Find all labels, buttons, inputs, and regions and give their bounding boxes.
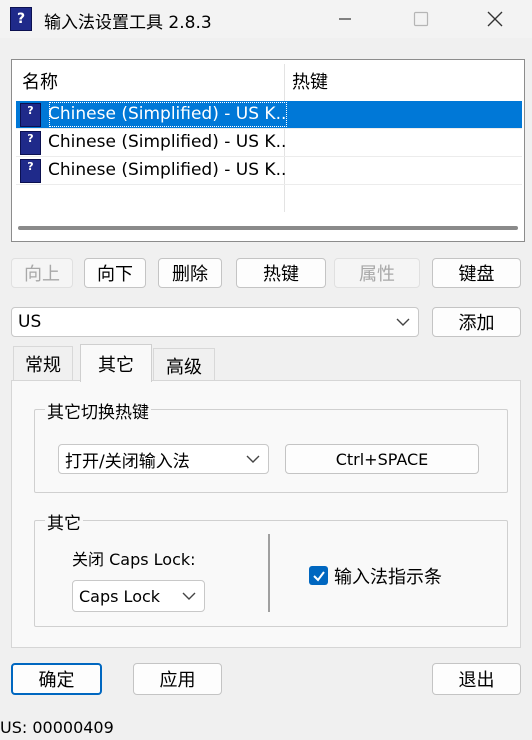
apply-button[interactable]: 应用	[133, 663, 222, 695]
keyboard-button[interactable]: 键盘	[432, 258, 521, 288]
checkmark-icon	[312, 570, 325, 582]
keyboard-layout-icon: ?	[20, 103, 41, 127]
list-item[interactable]: ? Chinese (Simplified) - US K...	[16, 101, 522, 129]
list-item[interactable]: ? Chinese (Simplified) - US K...	[16, 129, 522, 157]
tab-other[interactable]: 其它	[80, 344, 152, 382]
tab-advanced[interactable]: 高级	[153, 348, 215, 382]
ok-button[interactable]: 确定	[11, 663, 102, 695]
maximize-button[interactable]	[396, 0, 446, 38]
close-button[interactable]	[470, 0, 520, 38]
delete-button[interactable]: 删除	[158, 258, 222, 288]
keyboard-layout-icon: ?	[20, 159, 41, 183]
minimize-button[interactable]	[320, 0, 370, 38]
other-hotkey-group-title: 其它切换热键	[45, 398, 151, 423]
group-divider	[268, 534, 270, 612]
horizontal-scrollbar[interactable]	[18, 226, 518, 230]
keyboard-layout-value: US	[18, 312, 42, 332]
list-item-name: Chinese (Simplified) - US K...	[48, 132, 288, 152]
maximize-icon	[413, 11, 429, 27]
list-item-name: Chinese (Simplified) - US K...	[48, 160, 288, 180]
chevron-down-icon	[246, 455, 260, 463]
column-header-hotkey[interactable]: 热键	[292, 66, 328, 100]
caps-lock-label: 关闭 Caps Lock:	[72, 550, 196, 569]
exit-button[interactable]: 退出	[432, 663, 521, 695]
column-header-name[interactable]: 名称	[22, 66, 58, 100]
move-up-button[interactable]: 向上	[11, 258, 73, 288]
hotkey-action-select[interactable]: 打开/关闭输入法	[58, 444, 269, 474]
list-item-name: Chinese (Simplified) - US K...	[48, 101, 288, 128]
hotkey-combination-button[interactable]: Ctrl+SPACE	[285, 444, 479, 474]
status-bar-text: US: 00000409	[0, 718, 114, 737]
window-title: 输入法设置工具 2.8.3	[44, 13, 212, 33]
app-icon: ?	[10, 7, 32, 31]
tab-general[interactable]: 常规	[13, 346, 73, 380]
input-method-list[interactable]: 名称 热键 ? Chinese (Simplified) - US K... ?…	[11, 59, 525, 242]
hotkey-action-value: 打开/关闭输入法	[65, 451, 190, 472]
minimize-icon	[339, 18, 351, 20]
chevron-down-icon	[396, 318, 410, 326]
keyboard-layout-icon: ?	[20, 131, 41, 155]
indicator-checkbox-label[interactable]: 输入法指示条	[334, 563, 442, 589]
add-layout-button[interactable]: 添加	[432, 307, 521, 337]
hotkey-button[interactable]: 热键	[236, 258, 326, 288]
caps-lock-value: Caps Lock	[79, 586, 161, 606]
caps-lock-select[interactable]: Caps Lock	[72, 580, 205, 612]
keyboard-layout-select[interactable]: US	[11, 307, 419, 337]
properties-button[interactable]: 属性	[334, 258, 420, 288]
move-down-button[interactable]: 向下	[84, 258, 146, 288]
list-item[interactable]: ? Chinese (Simplified) - US K...	[16, 157, 522, 185]
chevron-down-icon	[182, 592, 196, 600]
other-group-title: 其它	[45, 509, 83, 534]
close-icon	[487, 11, 503, 27]
indicator-checkbox[interactable]	[309, 566, 328, 585]
